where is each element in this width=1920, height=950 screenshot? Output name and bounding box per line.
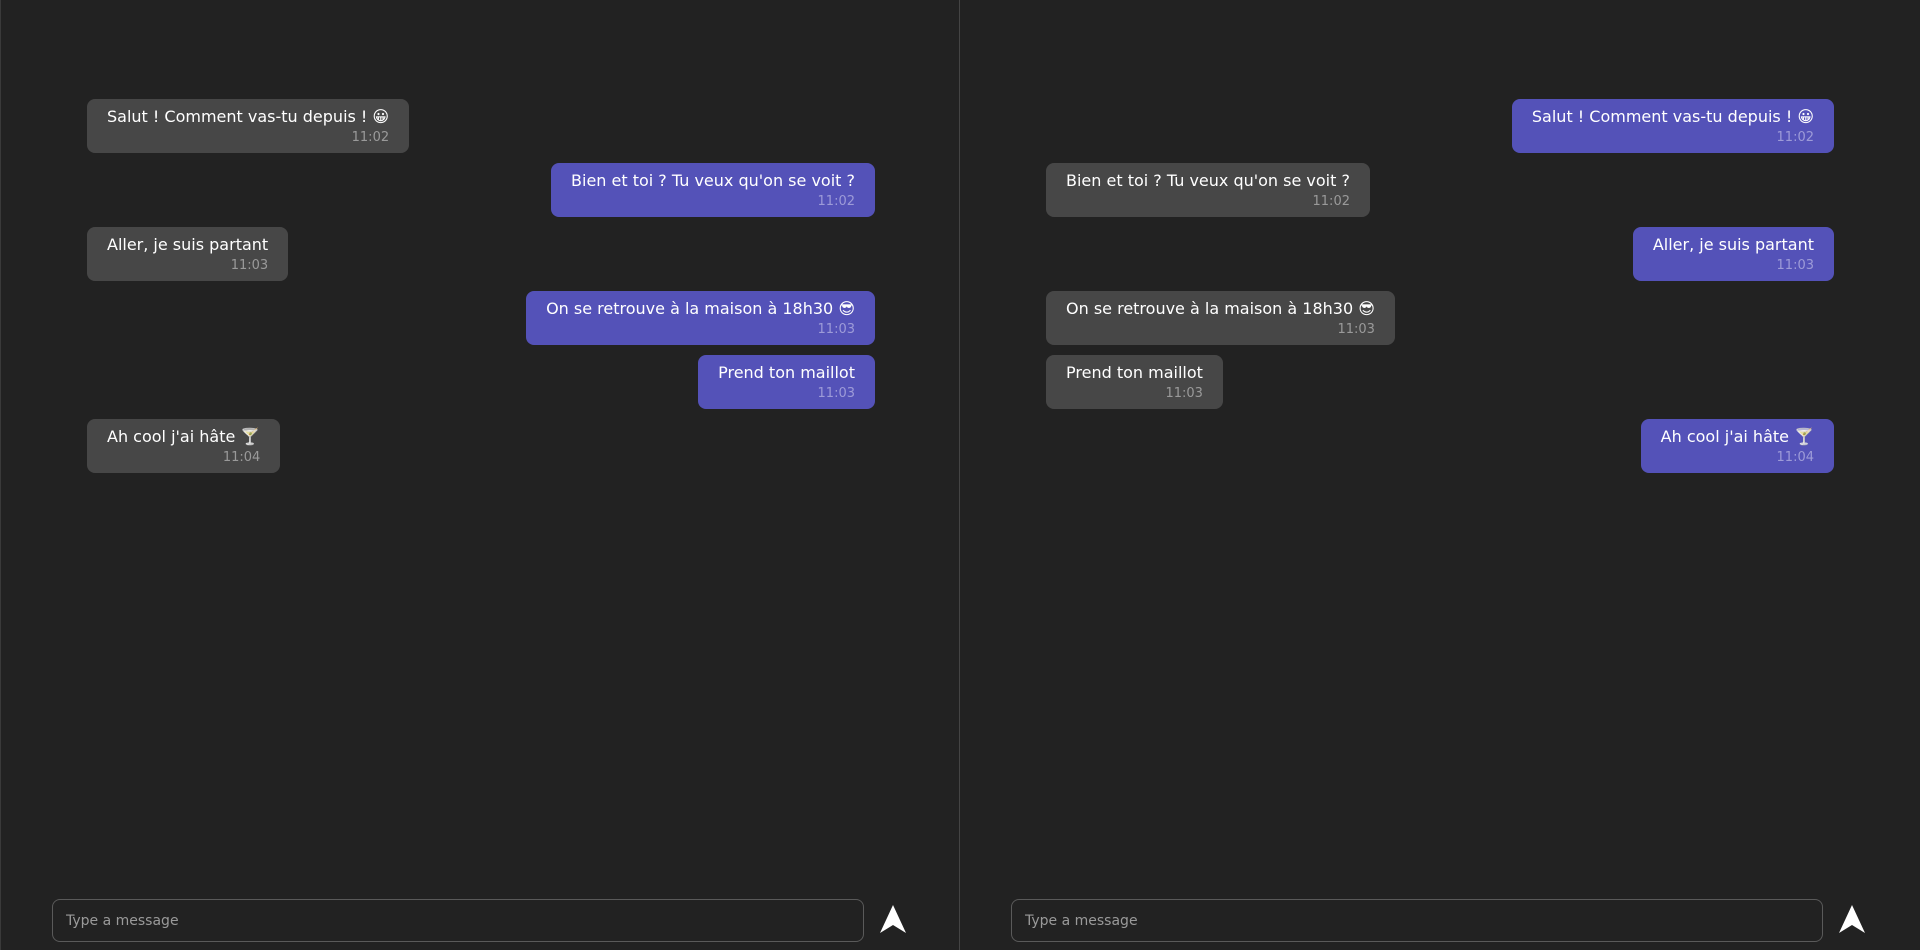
message-time: 11:03 xyxy=(230,258,269,273)
message-row: Prend ton maillot 11:03 xyxy=(87,355,875,409)
message-row: Prend ton maillot 11:03 xyxy=(1046,355,1834,409)
message-bubble-outgoing: Aller, je suis partant 11:03 xyxy=(1632,227,1834,281)
message-row: On se retrouve à la maison à 18h30 😎 11:… xyxy=(1046,291,1834,345)
message-text: Prend ton maillot xyxy=(718,363,855,382)
message-time: 11:03 xyxy=(1337,322,1375,337)
chat-pane-left: Salut ! Comment vas-tu depuis ! 😀 11:02 … xyxy=(0,0,960,950)
message-text: Ah cool j'ai hâte 🍸 xyxy=(1660,427,1814,446)
message-time: 11:02 xyxy=(1776,130,1814,145)
message-bubble-incoming: Aller, je suis partant 11:03 xyxy=(87,227,289,281)
message-time: 11:03 xyxy=(817,386,855,401)
message-text: Salut ! Comment vas-tu depuis ! 😀 xyxy=(107,107,390,126)
message-row: Aller, je suis partant 11:03 xyxy=(87,227,875,281)
message-time: 11:03 xyxy=(817,322,855,337)
message-time: 11:03 xyxy=(1165,386,1203,401)
message-row: On se retrouve à la maison à 18h30 😎 11:… xyxy=(87,291,875,345)
message-bubble-incoming: Prend ton maillot 11:03 xyxy=(1046,355,1223,409)
message-time: 11:02 xyxy=(351,130,390,145)
send-arrow-icon xyxy=(880,905,906,933)
send-button[interactable] xyxy=(1836,903,1868,935)
message-time: 11:04 xyxy=(1776,450,1814,465)
message-bubble-incoming: Bien et toi ? Tu veux qu'on se voit ? 11… xyxy=(1046,163,1370,217)
message-text: Prend ton maillot xyxy=(1066,363,1203,382)
message-text: Ah cool j'ai hâte 🍸 xyxy=(107,427,261,446)
message-text: Bien et toi ? Tu veux qu'on se voit ? xyxy=(571,171,855,190)
message-text: Salut ! Comment vas-tu depuis ! 😀 xyxy=(1531,107,1814,126)
message-time: 11:02 xyxy=(817,194,855,209)
message-text: Bien et toi ? Tu veux qu'on se voit ? xyxy=(1066,171,1350,190)
message-text: On se retrouve à la maison à 18h30 😎 xyxy=(1066,299,1375,318)
message-composer xyxy=(1011,899,1823,942)
message-row: Ah cool j'ai hâte 🍸 11:04 xyxy=(1046,419,1834,473)
message-composer xyxy=(52,899,864,942)
chat-pane-right: Salut ! Comment vas-tu depuis ! 😀 11:02 … xyxy=(960,0,1920,950)
send-arrow-icon xyxy=(1839,905,1865,933)
message-bubble-incoming: Salut ! Comment vas-tu depuis ! 😀 11:02 xyxy=(87,99,410,153)
message-bubble-incoming: On se retrouve à la maison à 18h30 😎 11:… xyxy=(1046,291,1395,345)
chat-app: Salut ! Comment vas-tu depuis ! 😀 11:02 … xyxy=(0,0,1920,950)
message-row: Salut ! Comment vas-tu depuis ! 😀 11:02 xyxy=(87,99,875,153)
message-text: Aller, je suis partant xyxy=(107,235,269,254)
message-bubble-outgoing: Salut ! Comment vas-tu depuis ! 😀 11:02 xyxy=(1511,99,1834,153)
message-text: On se retrouve à la maison à 18h30 😎 xyxy=(546,299,855,318)
message-input[interactable] xyxy=(64,911,852,930)
message-row: Bien et toi ? Tu veux qu'on se voit ? 11… xyxy=(1046,163,1834,217)
message-row: Bien et toi ? Tu veux qu'on se voit ? 11… xyxy=(87,163,875,217)
message-bubble-outgoing: On se retrouve à la maison à 18h30 😎 11:… xyxy=(526,291,875,345)
message-time: 11:03 xyxy=(1776,258,1814,273)
message-list: Salut ! Comment vas-tu depuis ! 😀 11:02 … xyxy=(1046,99,1834,473)
message-time: 11:02 xyxy=(1312,194,1350,209)
message-list: Salut ! Comment vas-tu depuis ! 😀 11:02 … xyxy=(87,99,875,473)
message-bubble-outgoing: Prend ton maillot 11:03 xyxy=(698,355,875,409)
message-row: Salut ! Comment vas-tu depuis ! 😀 11:02 xyxy=(1046,99,1834,153)
message-text: Aller, je suis partant xyxy=(1652,235,1814,254)
message-row: Aller, je suis partant 11:03 xyxy=(1046,227,1834,281)
message-bubble-outgoing: Bien et toi ? Tu veux qu'on se voit ? 11… xyxy=(551,163,875,217)
message-bubble-outgoing: Ah cool j'ai hâte 🍸 11:04 xyxy=(1640,419,1834,473)
message-input[interactable] xyxy=(1023,911,1811,930)
message-time: 11:04 xyxy=(222,450,261,465)
send-button[interactable] xyxy=(877,903,909,935)
message-row: Ah cool j'ai hâte 🍸 11:04 xyxy=(87,419,875,473)
message-bubble-incoming: Ah cool j'ai hâte 🍸 11:04 xyxy=(87,419,281,473)
